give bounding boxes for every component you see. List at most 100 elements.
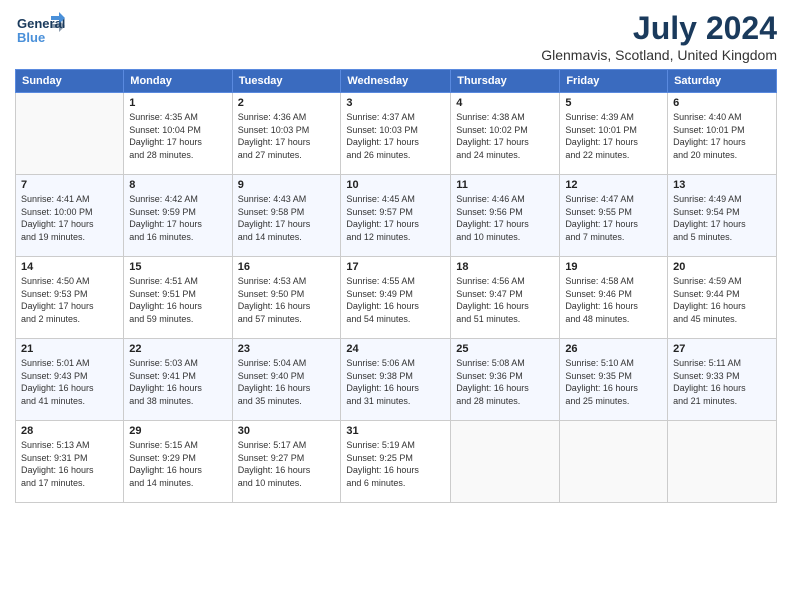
day-number: 8 bbox=[129, 179, 226, 191]
day-info: Sunrise: 4:37 AM Sunset: 10:03 PM Daylig… bbox=[346, 111, 445, 161]
calendar-body: 1Sunrise: 4:35 AM Sunset: 10:04 PM Dayli… bbox=[16, 93, 777, 503]
day-info: Sunrise: 4:58 AM Sunset: 9:46 PM Dayligh… bbox=[565, 275, 662, 325]
day-info: Sunrise: 4:39 AM Sunset: 10:01 PM Daylig… bbox=[565, 111, 662, 161]
day-info: Sunrise: 4:55 AM Sunset: 9:49 PM Dayligh… bbox=[346, 275, 445, 325]
table-row: 29Sunrise: 5:15 AM Sunset: 9:29 PM Dayli… bbox=[124, 421, 232, 503]
logo-svg: General Blue bbox=[15, 10, 65, 52]
page: General Blue July 2024 Glenmavis, Scotla… bbox=[0, 0, 792, 612]
calendar-header-row: Sunday Monday Tuesday Wednesday Thursday… bbox=[16, 70, 777, 93]
table-row: 21Sunrise: 5:01 AM Sunset: 9:43 PM Dayli… bbox=[16, 339, 124, 421]
table-row: 6Sunrise: 4:40 AM Sunset: 10:01 PM Dayli… bbox=[668, 93, 777, 175]
table-row: 17 Sunrise: 4:55 AM Sunset: 9:49 PM Dayli… bbox=[341, 257, 451, 339]
day-number: 23 bbox=[238, 343, 336, 355]
day-info: Sunrise: 5:17 AM Sunset: 9:27 PM Dayligh… bbox=[238, 439, 336, 489]
table-row: 20 Sunrise: 4:59 AM Sunset: 9:44 PM Dayli… bbox=[668, 257, 777, 339]
table-row: 24 Sunrise: 5:06 AM Sunset: 9:38 PM Dayli… bbox=[341, 339, 451, 421]
table-row: 4 Sunrise: 4:38 AM Sunset: 10:02 PM Dayli… bbox=[451, 93, 560, 175]
day-number: 27 bbox=[673, 343, 771, 355]
table-row: 27Sunrise: 5:11 AM Sunset: 9:33 PM Dayli… bbox=[668, 339, 777, 421]
day-info: Sunrise: 4:40 AM Sunset: 10:01 PM Daylig… bbox=[673, 111, 771, 161]
day-number: 5 bbox=[565, 97, 662, 109]
day-info: Sunrise: 4:41 AM Sunset: 10:00 PM Daylig… bbox=[21, 193, 118, 243]
day-number: 22 bbox=[129, 343, 226, 355]
calendar-week-5: 28 Sunrise: 5:13 AM Sunset: 9:31 PM Dayli… bbox=[16, 421, 777, 503]
day-number: 17 bbox=[346, 261, 445, 273]
month-title: July 2024 bbox=[541, 10, 777, 47]
table-row bbox=[16, 93, 124, 175]
day-info: Sunrise: 4:38 AM Sunset: 10:02 PM Daylig… bbox=[456, 111, 554, 161]
day-info: Sunrise: 4:35 AM Sunset: 10:04 PM Daylig… bbox=[129, 111, 226, 161]
day-info: Sunrise: 4:51 AM Sunset: 9:51 PM Dayligh… bbox=[129, 275, 226, 325]
day-number: 12 bbox=[565, 179, 662, 191]
day-number: 25 bbox=[456, 343, 554, 355]
day-number: 3 bbox=[346, 97, 445, 109]
table-row: 9 Sunrise: 4:43 AM Sunset: 9:58 PM Daylig… bbox=[232, 175, 341, 257]
day-info: Sunrise: 4:36 AM Sunset: 10:03 PM Daylig… bbox=[238, 111, 336, 161]
table-row: 5 Sunrise: 4:39 AM Sunset: 10:01 PM Dayli… bbox=[560, 93, 668, 175]
table-row: 2 Sunrise: 4:36 AM Sunset: 10:03 PM Dayli… bbox=[232, 93, 341, 175]
table-row: 8 Sunrise: 4:42 AM Sunset: 9:59 PM Daylig… bbox=[124, 175, 232, 257]
day-number: 31 bbox=[346, 425, 445, 437]
col-monday: Monday bbox=[124, 70, 232, 93]
day-number: 26 bbox=[565, 343, 662, 355]
day-number: 19 bbox=[565, 261, 662, 273]
day-info: Sunrise: 5:06 AM Sunset: 9:38 PM Dayligh… bbox=[346, 357, 445, 407]
day-number: 30 bbox=[238, 425, 336, 437]
table-row: 28 Sunrise: 5:13 AM Sunset: 9:31 PM Dayli… bbox=[16, 421, 124, 503]
day-info: Sunrise: 4:42 AM Sunset: 9:59 PM Dayligh… bbox=[129, 193, 226, 243]
day-info: Sunrise: 4:56 AM Sunset: 9:47 PM Dayligh… bbox=[456, 275, 554, 325]
table-row: 15Sunrise: 4:51 AM Sunset: 9:51 PM Dayli… bbox=[124, 257, 232, 339]
location: Glenmavis, Scotland, United Kingdom bbox=[541, 47, 777, 63]
table-row: 19 Sunrise: 4:58 AM Sunset: 9:46 PM Dayli… bbox=[560, 257, 668, 339]
day-number: 14 bbox=[21, 261, 118, 273]
day-info: Sunrise: 5:01 AM Sunset: 9:43 PM Dayligh… bbox=[21, 357, 118, 407]
logo: General Blue bbox=[15, 10, 65, 52]
day-number: 9 bbox=[238, 179, 336, 191]
table-row: 22Sunrise: 5:03 AM Sunset: 9:41 PM Dayli… bbox=[124, 339, 232, 421]
day-number: 16 bbox=[238, 261, 336, 273]
day-number: 24 bbox=[346, 343, 445, 355]
table-row: 26 Sunrise: 5:10 AM Sunset: 9:35 PM Dayli… bbox=[560, 339, 668, 421]
col-sunday: Sunday bbox=[16, 70, 124, 93]
day-info: Sunrise: 5:08 AM Sunset: 9:36 PM Dayligh… bbox=[456, 357, 554, 407]
table-row: 25 Sunrise: 5:08 AM Sunset: 9:36 PM Dayli… bbox=[451, 339, 560, 421]
table-row bbox=[451, 421, 560, 503]
day-number: 11 bbox=[456, 179, 554, 191]
table-row: 1Sunrise: 4:35 AM Sunset: 10:04 PM Dayli… bbox=[124, 93, 232, 175]
calendar-week-3: 14 Sunrise: 4:50 AM Sunset: 9:53 PM Dayli… bbox=[16, 257, 777, 339]
day-info: Sunrise: 4:47 AM Sunset: 9:55 PM Dayligh… bbox=[565, 193, 662, 243]
table-row: 12 Sunrise: 4:47 AM Sunset: 9:55 PM Dayli… bbox=[560, 175, 668, 257]
svg-text:Blue: Blue bbox=[17, 30, 45, 45]
day-number: 28 bbox=[21, 425, 118, 437]
day-info: Sunrise: 5:10 AM Sunset: 9:35 PM Dayligh… bbox=[565, 357, 662, 407]
table-row: 7Sunrise: 4:41 AM Sunset: 10:00 PM Dayli… bbox=[16, 175, 124, 257]
day-number: 13 bbox=[673, 179, 771, 191]
table-row: 14 Sunrise: 4:50 AM Sunset: 9:53 PM Dayli… bbox=[16, 257, 124, 339]
calendar-week-2: 7Sunrise: 4:41 AM Sunset: 10:00 PM Dayli… bbox=[16, 175, 777, 257]
day-number: 4 bbox=[456, 97, 554, 109]
day-info: Sunrise: 4:59 AM Sunset: 9:44 PM Dayligh… bbox=[673, 275, 771, 325]
day-number: 29 bbox=[129, 425, 226, 437]
day-info: Sunrise: 5:04 AM Sunset: 9:40 PM Dayligh… bbox=[238, 357, 336, 407]
col-tuesday: Tuesday bbox=[232, 70, 341, 93]
day-info: Sunrise: 4:49 AM Sunset: 9:54 PM Dayligh… bbox=[673, 193, 771, 243]
col-saturday: Saturday bbox=[668, 70, 777, 93]
day-info: Sunrise: 5:19 AM Sunset: 9:25 PM Dayligh… bbox=[346, 439, 445, 489]
table-row bbox=[668, 421, 777, 503]
table-row: 23 Sunrise: 5:04 AM Sunset: 9:40 PM Dayli… bbox=[232, 339, 341, 421]
day-info: Sunrise: 5:13 AM Sunset: 9:31 PM Dayligh… bbox=[21, 439, 118, 489]
calendar-week-4: 21Sunrise: 5:01 AM Sunset: 9:43 PM Dayli… bbox=[16, 339, 777, 421]
day-info: Sunrise: 4:53 AM Sunset: 9:50 PM Dayligh… bbox=[238, 275, 336, 325]
table-row: 18Sunrise: 4:56 AM Sunset: 9:47 PM Dayli… bbox=[451, 257, 560, 339]
table-row bbox=[560, 421, 668, 503]
day-number: 20 bbox=[673, 261, 771, 273]
col-friday: Friday bbox=[560, 70, 668, 93]
day-number: 10 bbox=[346, 179, 445, 191]
day-info: Sunrise: 4:43 AM Sunset: 9:58 PM Dayligh… bbox=[238, 193, 336, 243]
day-info: Sunrise: 4:45 AM Sunset: 9:57 PM Dayligh… bbox=[346, 193, 445, 243]
calendar: Sunday Monday Tuesday Wednesday Thursday… bbox=[15, 69, 777, 503]
day-info: Sunrise: 4:50 AM Sunset: 9:53 PM Dayligh… bbox=[21, 275, 118, 325]
table-row: 11Sunrise: 4:46 AM Sunset: 9:56 PM Dayli… bbox=[451, 175, 560, 257]
table-row: 3 Sunrise: 4:37 AM Sunset: 10:03 PM Dayli… bbox=[341, 93, 451, 175]
day-number: 2 bbox=[238, 97, 336, 109]
